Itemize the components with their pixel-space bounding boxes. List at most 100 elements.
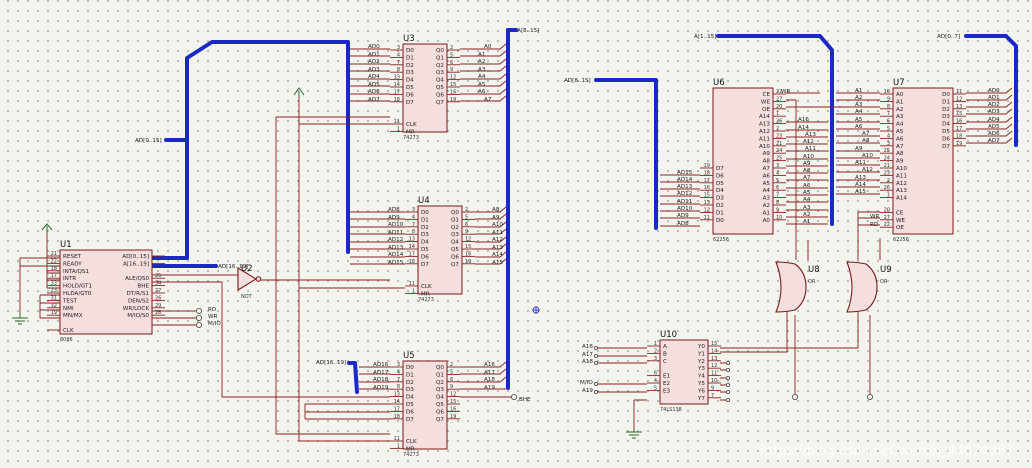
pin-name: D5 xyxy=(942,129,950,135)
or-gate-u9[interactable]: U9 OR xyxy=(846,261,892,313)
net-label: AD2 xyxy=(368,59,380,65)
pin-name: D4 xyxy=(406,78,414,84)
net-label: A8 xyxy=(862,138,870,144)
crosshair-marker[interactable] xyxy=(532,306,540,314)
pin-name: A xyxy=(663,344,667,350)
chip-ref: U3 xyxy=(403,34,415,44)
pin-number: 2 xyxy=(450,45,453,51)
pin-name: D3 xyxy=(421,232,429,238)
chip-u10[interactable]: U10 74LS138 1 A2 B3 C6 E1 4 E2 5 E3 15 Y0 14 Y1 13 Y2 12 Y… xyxy=(647,330,721,413)
net-label: M/IO xyxy=(580,380,593,386)
pin-name: RESET xyxy=(63,254,82,260)
pin-name: Q4 xyxy=(436,395,444,401)
chip-u3[interactable]: U3 74273 3 D0 4 D1 7 D2 8 D3 13 D4 14 D5 17 D6 18 D7 11 CLK… xyxy=(390,34,460,141)
chip-ref: U5 xyxy=(403,351,415,361)
pin-number: 3 xyxy=(887,141,890,147)
net-label: AD6 xyxy=(988,131,1000,137)
bus-label: AD[0..7] xyxy=(937,34,960,40)
pin-number: 15 xyxy=(711,341,717,347)
pin-number: 13 xyxy=(409,237,415,243)
pin-number: 5 xyxy=(465,214,468,220)
pin-number: 21 xyxy=(51,251,57,257)
net-label: A18 xyxy=(582,359,593,365)
pin-number: 16 xyxy=(450,406,456,412)
pin-name: A2 xyxy=(896,107,903,113)
pin-name: WR/LOCK xyxy=(123,306,150,312)
pin-number: 26 xyxy=(776,119,782,125)
pin-number: 31 xyxy=(51,295,57,301)
net-label: AD14 xyxy=(388,252,404,258)
net-label: WR xyxy=(870,214,880,220)
pin-number: 13 xyxy=(394,75,400,81)
pin-number: 7 xyxy=(711,393,714,399)
pin-name: Q5 xyxy=(436,85,444,91)
pin-name: A6 xyxy=(896,136,904,142)
pin-name: D0 xyxy=(942,92,950,98)
net-label: A3 xyxy=(478,67,486,73)
chip-u1[interactable]: U1 8086 21 RESET 22 READY 18 INTA/QS1 17 INTR 33 HO… xyxy=(47,240,165,343)
pin-name: A13 xyxy=(759,122,770,128)
net-label: A7 xyxy=(484,97,492,103)
net-label: A7 xyxy=(862,131,870,137)
chip-u6[interactable]: U66225619 D718 D617 D516 D415 D313 D212 D111 D02… xyxy=(700,78,786,243)
pin-number: 2 xyxy=(654,348,657,354)
pin-number: 5 xyxy=(450,369,453,375)
pin-number: 13 xyxy=(956,104,962,110)
pin-number: 18 xyxy=(956,133,962,139)
pin-name: Q7 xyxy=(436,417,444,423)
chip-u5[interactable]: U5 74273 3 D0 4 D1 7 D2 8 D3 13 D4 14 D5 17 D6 18 D7 11 CLK… xyxy=(390,351,460,458)
pin-number: 9 xyxy=(450,67,453,73)
schematic-canvas[interactable]: U1808621 RESET22 READY18 INTA/QS117 INTR33 HO… xyxy=(0,0,1032,468)
pin-name: A14 xyxy=(896,196,907,202)
pin-name: A5 xyxy=(763,181,771,187)
net-label: M/IO xyxy=(208,321,221,327)
or-gate-u8[interactable]: U8 OR xyxy=(775,261,820,313)
pin-name: MN/MX xyxy=(63,313,83,319)
net-label: AD1 xyxy=(368,52,380,58)
chip-u7[interactable]: U7 62256 10 A0 9 A1 8 A2 7 A3 6 A4 5 A5 4 A6 3 A7 25 A8 24 A9… xyxy=(880,78,966,243)
pin-number: 12 xyxy=(956,96,962,102)
pin-name: A12 xyxy=(759,129,770,135)
pin-number: 3 xyxy=(397,45,400,51)
net-label: AD4 xyxy=(988,117,1000,123)
pin-number: 4 xyxy=(397,52,400,58)
net-label: A1 xyxy=(803,219,811,225)
net-label: AD3 xyxy=(368,67,380,73)
pin-number: 19 xyxy=(956,141,962,147)
pin-number: 8 xyxy=(887,104,890,110)
pin-number: 11 xyxy=(394,436,400,442)
pin-number: 34 xyxy=(155,281,161,287)
pin-name: Q7 xyxy=(451,262,459,268)
pin-number: 7 xyxy=(397,60,400,66)
pin-name: A1 xyxy=(896,99,904,105)
chip-value: 74273 xyxy=(403,452,419,458)
net-label: A14 xyxy=(855,182,866,188)
pin-name: Q6 xyxy=(436,409,444,415)
pin-number: 8 xyxy=(397,67,400,73)
net-label: A8 xyxy=(803,168,811,174)
pin-name: CLK xyxy=(421,284,432,290)
pin-name: D6 xyxy=(716,173,724,179)
pin-number: 12 xyxy=(450,392,456,398)
pin-name: E1 xyxy=(663,374,671,380)
pin-name: D2 xyxy=(942,107,950,113)
pin-number: 6 xyxy=(776,185,779,191)
net-label: AD14 xyxy=(677,177,693,183)
chip-u4[interactable]: U4 74273 3 D0 4 D1 7 D2 8 D3 13 D4 14 D5 17 D6 18 D7 11 CLK… xyxy=(405,196,475,303)
net-label: A11 xyxy=(805,146,816,152)
net-label: A1 xyxy=(478,52,486,58)
pin-number: 2 xyxy=(776,126,779,132)
pin-name: D2 xyxy=(716,203,724,209)
pin-number: 11 xyxy=(704,215,710,221)
bus-ad-8-15-right xyxy=(594,78,658,230)
pin-name: Q6 xyxy=(436,92,444,98)
pin-number: 14 xyxy=(711,348,717,354)
pin-name: Y4 xyxy=(697,374,705,380)
net-label: AD1 xyxy=(988,95,1000,101)
bus-labels-layer: AD[0..15] AD[16..19] AD[16..19] A[8..15] AD[… xyxy=(135,28,960,366)
ground-symbol-u1 xyxy=(12,312,28,325)
watermark: https://blog.csdn.net/weixin_44874387 xyxy=(760,444,1014,459)
power-symbol-u1 xyxy=(41,223,53,232)
pin-number: 10 xyxy=(776,215,782,221)
pin-name: Q4 xyxy=(451,240,459,246)
